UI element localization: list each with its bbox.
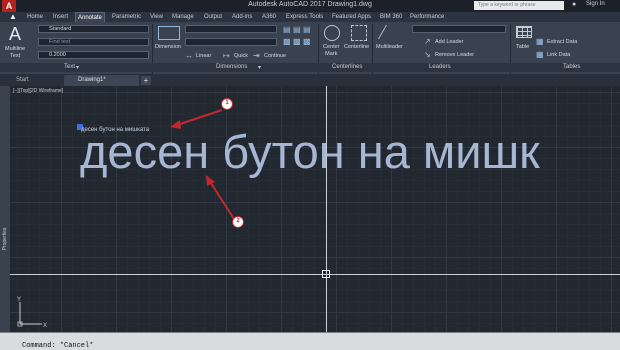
annotation-arrow-2: [208, 179, 235, 220]
annotation-arrow-1: [173, 109, 223, 127]
arrow-head-icon: [206, 175, 215, 186]
annotation-overlay: [170, 109, 235, 220]
callout-badge: 2: [232, 216, 244, 228]
arrow-head-icon: [170, 120, 181, 129]
callout-badge: 1: [221, 98, 233, 110]
